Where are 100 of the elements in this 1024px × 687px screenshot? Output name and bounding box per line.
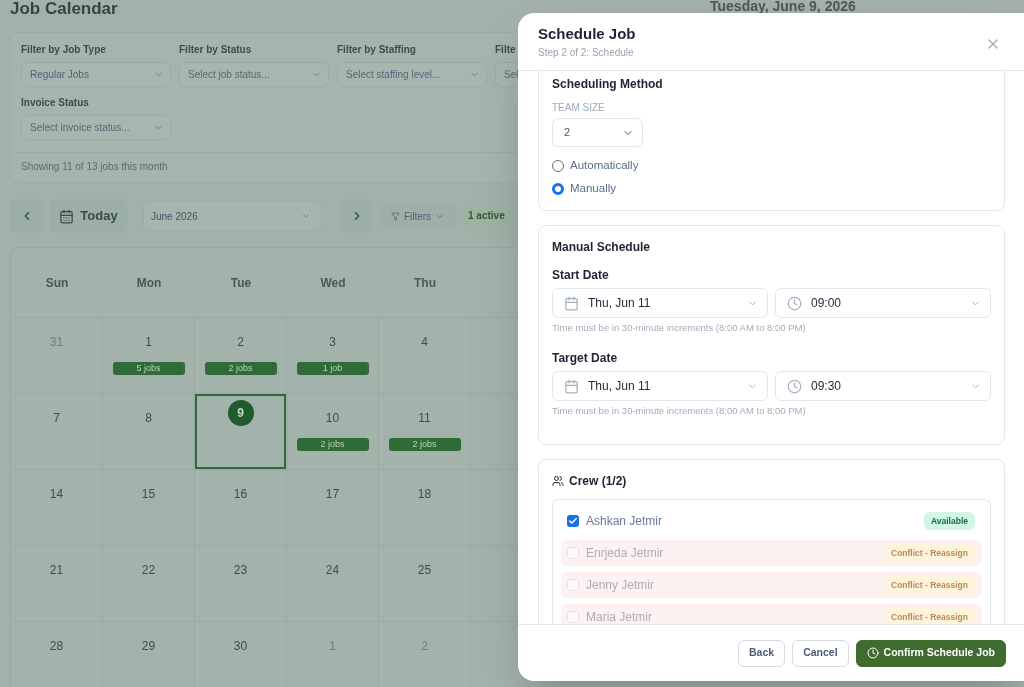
status-badge: Conflict - Reassign: [884, 608, 975, 624]
section-heading: Manual Schedule: [552, 240, 651, 254]
crew-member-name: Jenny Jetmir: [586, 577, 655, 594]
filter-label: Filter by Staffing: [337, 44, 416, 56]
calendar-day[interactable]: 14: [11, 470, 103, 546]
day-number: 29: [141, 639, 156, 653]
job-count-badge: 5 jobs: [112, 362, 185, 375]
time-select[interactable]: 09:30: [775, 371, 991, 401]
next-month-button[interactable]: [340, 199, 373, 233]
previous-month-button[interactable]: [10, 199, 43, 233]
jobs-summary: Showing 11 of 13 jobs this month: [21, 161, 169, 173]
funnel-icon: [390, 211, 400, 221]
day-number: 14: [49, 487, 64, 501]
job-count-badge: 2 jobs: [296, 438, 369, 451]
filter-label: Filte: [495, 44, 516, 56]
time-select[interactable]: 09:00: [775, 288, 991, 318]
status-badge: Conflict - Reassign: [884, 576, 975, 594]
date-select[interactable]: Thu, Jun 11: [552, 371, 768, 401]
status-badge: Available: [924, 512, 975, 530]
section-heading: Crew (1/2): [569, 474, 627, 488]
calendar-day[interactable]: 25: [379, 546, 471, 622]
filter-select[interactable]: Select job status...: [179, 62, 329, 87]
calendar-icon: [564, 378, 579, 394]
job-count-badge: 2 jobs: [204, 362, 277, 375]
calendar-day[interactable]: 22: [103, 546, 195, 622]
clock-icon: [787, 378, 802, 394]
day-number: 18: [417, 487, 432, 501]
page-title: Job Calendar: [10, 0, 118, 18]
calendar-day[interactable]: 28: [11, 622, 103, 687]
today-button[interactable]: Today: [50, 199, 127, 233]
calendar-day[interactable]: 17: [287, 470, 379, 546]
day-number: 21: [49, 563, 64, 577]
calendar-day[interactable]: 3 1 job: [287, 318, 379, 394]
option-label: Automatically: [570, 158, 639, 174]
calendar-day[interactable]: 16: [195, 470, 287, 546]
clock-icon: [787, 295, 802, 311]
team-size-select[interactable]: 2: [552, 118, 643, 147]
month-select[interactable]: June 2026: [143, 201, 322, 231]
day-number: 28: [49, 639, 64, 653]
weekday-label: Thu: [414, 274, 436, 292]
secondary-button[interactable]: Cancel: [792, 639, 849, 667]
day-number: 8: [145, 411, 152, 425]
chevron-down-icon: [301, 211, 311, 221]
day-number: 30: [233, 639, 248, 653]
day-number: 10: [325, 411, 340, 425]
radio-button[interactable]: [552, 160, 564, 172]
crew-member-name: Maria Jetmir: [586, 609, 652, 624]
day-number: 17: [325, 487, 340, 501]
calendar-day[interactable]: 9: [195, 394, 287, 470]
weekday-label: Mon: [136, 274, 162, 292]
calendar-day[interactable]: 21: [11, 546, 103, 622]
day-number: 7: [53, 411, 60, 425]
dialog-subtitle: Step 2 of 2: Schedule: [538, 46, 635, 60]
filter-select[interactable]: Regular Jobs: [21, 62, 171, 87]
day-number: 2: [237, 335, 244, 349]
calendar-day[interactable]: 29: [103, 622, 195, 687]
secondary-button[interactable]: Back: [738, 639, 786, 667]
day-number: 2: [421, 639, 428, 653]
day-number: 22: [141, 563, 156, 577]
crew-member-name: Enrjeda Jetmir: [586, 545, 664, 562]
date-select[interactable]: Thu, Jun 11: [552, 288, 768, 318]
status-badge: Conflict - Reassign: [884, 544, 975, 562]
calendar-icon: [59, 208, 75, 224]
day-number: 23: [233, 563, 248, 577]
day-number: 3: [329, 335, 336, 349]
weekday-label: Sun: [45, 274, 69, 292]
filter-select[interactable]: Select invoice status...: [21, 115, 171, 140]
radio-button[interactable]: [552, 183, 564, 195]
clock-icon: [866, 647, 879, 659]
confirm-button[interactable]: Confirm Schedule Job: [855, 639, 1006, 667]
job-count-badge: 1 job: [296, 362, 369, 375]
field-label: Start Date: [552, 268, 609, 282]
calendar-day[interactable]: 8: [103, 394, 195, 470]
filter-label: Filter by Status: [179, 44, 252, 56]
section-heading: Scheduling Method: [552, 77, 663, 91]
selected-date-heading: Tuesday, June 9, 2026: [710, 0, 856, 12]
calendar-day[interactable]: 11 2 jobs: [379, 394, 471, 470]
calendar-day[interactable]: 10 2 jobs: [287, 394, 379, 470]
people-icon: [552, 475, 564, 487]
calendar-day[interactable]: 7: [11, 394, 103, 470]
filter-select[interactable]: Select staffing level...: [337, 62, 487, 87]
crew-member-name: Ashkan Jetmir: [586, 513, 663, 530]
calendar-day[interactable]: 24: [287, 546, 379, 622]
filters-button[interactable]: Filters: [380, 203, 455, 229]
field-hint: Time must be in 30-minute increments (8:00 AM to 8:00 PM): [552, 322, 806, 334]
day-number: 11: [418, 411, 431, 425]
day-number: 16: [233, 487, 248, 501]
team-size-label: TEAM SIZE: [552, 102, 605, 114]
filter-label: Filter by Job Type: [21, 44, 106, 56]
calendar-day[interactable]: 30: [195, 622, 287, 687]
checkbox[interactable]: [567, 515, 579, 527]
calendar-day[interactable]: 1 5 jobs: [103, 318, 195, 394]
calendar-day[interactable]: 23: [195, 546, 287, 622]
filter-label: Invoice Status: [21, 97, 89, 109]
calendar-day[interactable]: 18: [379, 470, 471, 546]
calendar-day[interactable]: 15: [103, 470, 195, 546]
calendar-day[interactable]: 2 2 jobs: [195, 318, 287, 394]
calendar-day[interactable]: 4: [379, 318, 471, 394]
day-number: 1: [145, 335, 152, 349]
weekday-label: Wed: [320, 274, 346, 292]
